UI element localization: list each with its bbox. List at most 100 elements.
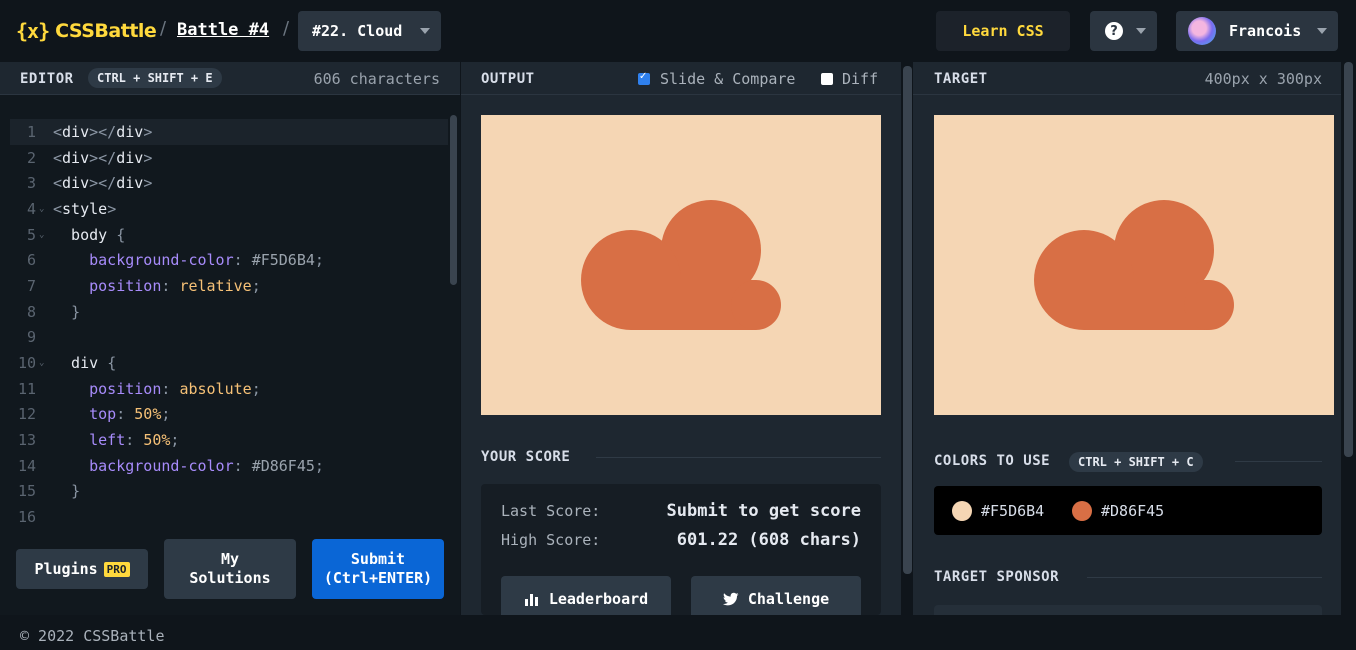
code-token: div <box>62 148 90 167</box>
user-menu-button[interactable]: Francois <box>1176 11 1338 51</box>
color-hex[interactable]: #D86F45 <box>1101 502 1164 520</box>
submit-button[interactable]: Submit (Ctrl+ENTER) <box>312 539 444 599</box>
diff-label[interactable]: Diff <box>842 70 878 88</box>
colors-palette: #F5D6B4 #D86F45 <box>934 486 1322 535</box>
challenge-select[interactable]: #22. Cloud <box>298 11 441 51</box>
target-panel: COLORS TO USE CTRL + SHIFT + C #F5D6B4 #… <box>913 95 1341 615</box>
divider <box>1087 577 1322 578</box>
footer: © 2022 CSSBattle <box>0 615 1356 650</box>
code-token: < <box>53 148 63 167</box>
output-header: OUTPUT Slide & Compare Diff <box>461 62 901 95</box>
code-line[interactable]: 6 background-color: #F5D6B4; <box>10 247 448 273</box>
fold-chevron-icon[interactable]: ⌄ <box>36 204 53 214</box>
target-header: TARGET 400px x 300px <box>913 62 1341 95</box>
code-line[interactable]: 13 left: 50%; <box>10 427 448 453</box>
colors-title: COLORS TO USE <box>934 453 1051 469</box>
code-line[interactable]: 5 ⌄ body { <box>10 222 448 248</box>
colors-shortcut: CTRL + SHIFT + C <box>1069 452 1203 472</box>
leaderboard-label: Leaderboard <box>548 590 649 608</box>
slide-compare-label[interactable]: Slide & Compare <box>660 70 795 88</box>
code-token: position <box>89 276 162 295</box>
top-bar: {x} CSSBattle / Battle #4 / #22. Cloud L… <box>0 0 1356 62</box>
code-token: 50 <box>134 405 153 424</box>
line-number: 10 <box>17 354 36 373</box>
code-lines[interactable]: 1 < div ></div >2 < div ></div >3 < div ></div >4 ⌄ < s… <box>10 119 448 530</box>
editor-title: EDITOR <box>20 71 74 87</box>
target-canvas[interactable] <box>934 115 1334 415</box>
user-name: Francois <box>1229 22 1302 40</box>
target-size: 400px x 300px <box>1204 70 1322 88</box>
code-token: style <box>62 199 108 218</box>
line-number: 12 <box>17 405 36 424</box>
code-token: > <box>143 122 153 141</box>
my-solutions-button[interactable]: My Solutions <box>164 539 296 599</box>
color-swatch[interactable] <box>952 501 972 521</box>
output-title: OUTPUT <box>481 71 535 87</box>
code-line[interactable]: 15 } <box>10 479 448 505</box>
code-token: % <box>161 431 171 450</box>
output-canvas[interactable] <box>481 115 881 415</box>
scrollbar-thumb[interactable] <box>1344 62 1353 457</box>
slide-compare-checkbox[interactable] <box>638 71 650 85</box>
sponsor-card <box>934 605 1322 615</box>
scrollbar-thumb[interactable] <box>903 66 912 574</box>
diff-checkbox[interactable] <box>821 73 833 85</box>
line-number: 15 <box>17 482 36 501</box>
editor-scrollbar[interactable] <box>450 115 457 285</box>
fold-chevron-icon[interactable]: ⌄ <box>36 358 53 368</box>
editor-header: EDITOR CTRL + SHIFT + E 606 characters <box>0 62 460 95</box>
last-score-value: Submit to get score <box>666 501 861 521</box>
line-number: 11 <box>17 379 36 398</box>
code-line[interactable]: 3 < div ></div > <box>10 170 448 196</box>
code-token: #F5D6B4 <box>251 251 315 270</box>
code-line[interactable]: 2 < div ></div > <box>10 145 448 171</box>
code-line[interactable]: 10 ⌄ div { <box>10 350 448 376</box>
code-line[interactable]: 4 ⌄ < style > <box>10 196 448 222</box>
plugins-button[interactable]: Plugins PRO <box>16 549 148 589</box>
chevron-down-icon <box>1136 28 1146 34</box>
avatar <box>1188 17 1216 45</box>
code-line[interactable]: 9 <box>10 325 448 351</box>
help-icon: ? <box>1105 22 1123 40</box>
code-token: div <box>62 122 90 141</box>
help-menu-button[interactable]: ? <box>1090 11 1157 51</box>
code-line[interactable]: 11 position: absolute; <box>10 376 448 402</box>
code-line[interactable]: 16 <box>10 504 448 530</box>
output-panel: YOUR SCORE Last Score: Submit to get sco… <box>461 95 901 622</box>
code-token: { <box>116 225 126 244</box>
line-number: 9 <box>26 328 36 347</box>
bar-chart-icon <box>524 594 538 606</box>
code-token: ; <box>251 379 261 398</box>
code-token: < <box>53 199 63 218</box>
code-token: div <box>116 174 144 193</box>
logo[interactable]: {x} CSSBattle <box>16 16 157 46</box>
code-token: % <box>152 405 162 424</box>
code-line[interactable]: 1 < div ></div > <box>10 119 448 145</box>
code-token: } <box>71 302 81 321</box>
battle-link[interactable]: Battle #4 <box>177 20 269 40</box>
color-swatch[interactable] <box>1072 501 1092 521</box>
code-editor[interactable]: 1 < div ></div >2 < div ></div >3 < div ></div >4 ⌄ < s… <box>0 95 460 615</box>
code-line[interactable]: 14 background-color: #D86F45; <box>10 453 448 479</box>
code-line[interactable]: 8 } <box>10 299 448 325</box>
color-hex[interactable]: #F5D6B4 <box>981 502 1044 520</box>
learn-css-button[interactable]: Learn CSS <box>936 11 1070 51</box>
page-scrollbar[interactable] <box>1341 62 1356 615</box>
code-token: background-color <box>89 456 234 475</box>
panel-scrollbar[interactable] <box>902 62 912 574</box>
code-token: ; <box>170 431 180 450</box>
code-token: < <box>53 174 63 193</box>
code-token: #D86F45 <box>251 456 315 475</box>
line-number: 2 <box>26 148 36 167</box>
line-number: 5 <box>26 225 36 244</box>
code-line[interactable]: 12 top: 50%; <box>10 402 448 428</box>
fold-chevron-icon[interactable]: ⌄ <box>36 230 53 240</box>
code-token: div <box>62 174 90 193</box>
copyright: © 2022 CSSBattle <box>20 627 165 645</box>
code-token: relative <box>179 276 252 295</box>
code-line[interactable]: 7 position: relative; <box>10 273 448 299</box>
code-token: ></ <box>89 122 117 141</box>
